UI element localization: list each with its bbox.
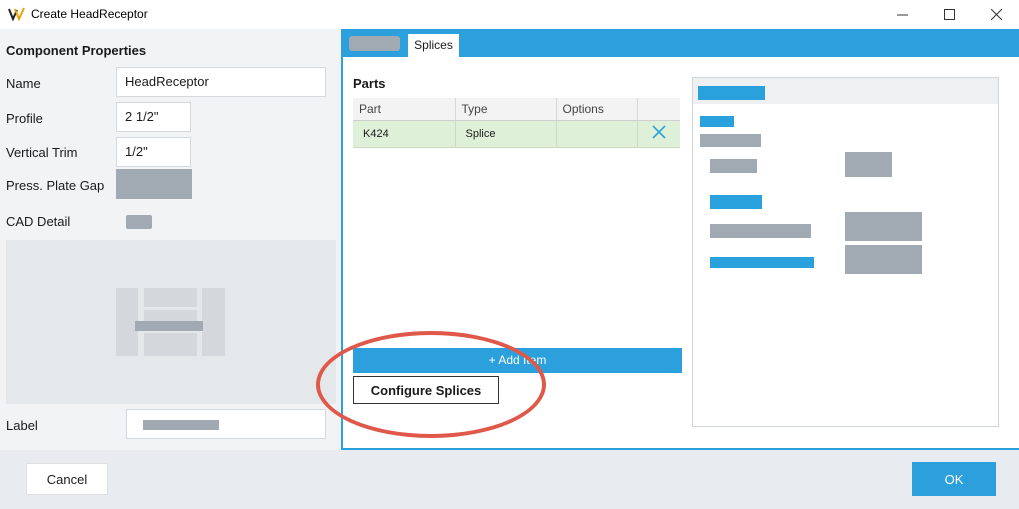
column-header-type[interactable]: Type bbox=[455, 98, 557, 121]
details-field-label bbox=[710, 159, 757, 173]
window-title: Create HeadReceptor bbox=[31, 7, 148, 21]
maximize-button[interactable] bbox=[926, 0, 972, 29]
delete-icon bbox=[652, 125, 666, 139]
column-header-part[interactable]: Part bbox=[353, 98, 456, 121]
details-field-label bbox=[710, 224, 811, 238]
table-row[interactable]: K424 Splice bbox=[353, 120, 680, 148]
cell-part[interactable]: K424 bbox=[353, 120, 456, 148]
dialog-footer: Cancel OK bbox=[0, 450, 1019, 509]
table-header: Part Type Options bbox=[353, 98, 680, 121]
component-properties-panel: Component Properties Name HeadReceptor P… bbox=[0, 29, 341, 450]
title-bar: Create HeadReceptor bbox=[0, 0, 1019, 29]
parts-table: Part Type Options K424 Splice bbox=[353, 98, 680, 148]
details-field-value[interactable] bbox=[845, 245, 922, 274]
details-group-title bbox=[710, 195, 762, 209]
preview-block bbox=[202, 288, 225, 356]
cad-detail-label: CAD Detail bbox=[6, 214, 71, 229]
label-input[interactable] bbox=[126, 409, 326, 439]
cancel-button[interactable]: Cancel bbox=[26, 463, 108, 495]
splices-panel: Splices Parts Part Type Options K424 Spl… bbox=[316, 29, 1019, 450]
details-panel bbox=[692, 77, 999, 427]
press-plate-gap-input[interactable] bbox=[116, 169, 192, 199]
parts-heading: Parts bbox=[353, 76, 386, 91]
name-input[interactable]: HeadReceptor bbox=[116, 67, 326, 97]
tab-hidden[interactable] bbox=[349, 36, 400, 51]
close-button[interactable] bbox=[973, 0, 1019, 29]
details-field-value[interactable] bbox=[845, 152, 892, 177]
preview-caption bbox=[135, 321, 203, 331]
component-properties-heading: Component Properties bbox=[6, 43, 147, 58]
minimize-button[interactable] bbox=[879, 0, 925, 29]
cad-detail-preview bbox=[6, 240, 336, 404]
preview-block bbox=[144, 333, 197, 356]
cad-detail-toggle[interactable] bbox=[126, 215, 152, 229]
label-input-value bbox=[143, 420, 219, 430]
details-field-value[interactable] bbox=[845, 212, 922, 241]
details-link[interactable] bbox=[710, 257, 814, 268]
app-logo-icon bbox=[8, 7, 25, 21]
details-header-title bbox=[698, 86, 765, 100]
label-label: Label bbox=[6, 418, 38, 433]
delete-row-button[interactable] bbox=[637, 120, 680, 148]
column-header-actions bbox=[637, 98, 680, 121]
press-plate-gap-label: Press. Plate Gap bbox=[6, 178, 105, 193]
tab-splices[interactable]: Splices bbox=[408, 34, 459, 57]
cell-options[interactable] bbox=[556, 120, 638, 148]
details-subtitle bbox=[700, 134, 761, 147]
profile-label: Profile bbox=[6, 111, 43, 126]
ok-button[interactable]: OK bbox=[912, 462, 996, 496]
name-label: Name bbox=[6, 76, 41, 91]
profile-input[interactable]: 2 1/2" bbox=[116, 102, 191, 132]
tab-strip: Splices bbox=[343, 29, 1019, 57]
minimize-icon bbox=[896, 14, 908, 16]
maximize-icon bbox=[943, 9, 955, 20]
highlight-annotation bbox=[316, 331, 546, 438]
close-icon bbox=[990, 9, 1002, 20]
vertical-trim-input[interactable]: 1/2" bbox=[116, 137, 191, 167]
cell-type[interactable]: Splice bbox=[455, 120, 557, 148]
column-header-options[interactable]: Options bbox=[556, 98, 638, 121]
details-header bbox=[693, 78, 998, 104]
details-section-title bbox=[700, 116, 734, 127]
vertical-trim-label: Vertical Trim bbox=[6, 145, 78, 160]
preview-block bbox=[144, 288, 197, 307]
